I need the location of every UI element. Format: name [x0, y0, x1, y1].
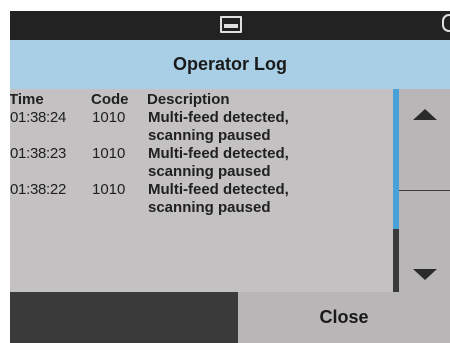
column-header-time: Time: [10, 91, 44, 108]
log-table: Time Code Description 01:38:24 1010 Mult…: [10, 91, 388, 217]
log-time: 01:38:24: [10, 109, 66, 126]
log-code: 1010: [92, 145, 126, 162]
column-header-code: Code: [91, 91, 129, 108]
page-title: Operator Log: [172, 54, 287, 74]
log-row[interactable]: 01:38:23 1010 Multi-feed detected, scann…: [10, 145, 388, 181]
log-description-line: scanning paused: [148, 127, 271, 144]
log-description-line: scanning paused: [148, 199, 271, 216]
title-bar: Operator Log: [10, 40, 450, 89]
log-description-line: Multi-feed detected,: [148, 181, 289, 198]
log-time: 01:38:22: [10, 181, 66, 198]
log-list: Time Code Description 01:38:24 1010 Mult…: [10, 89, 393, 292]
log-code: 1010: [92, 181, 126, 198]
log-code: 1010: [92, 109, 126, 126]
log-description: Multi-feed detected, scanning paused: [148, 181, 388, 217]
log-description: Multi-feed detected, scanning paused: [148, 109, 388, 145]
status-icon: [442, 14, 450, 32]
triangle-down-icon: [413, 269, 437, 280]
log-description-line: Multi-feed detected,: [148, 145, 289, 162]
log-row[interactable]: 01:38:24 1010 Multi-feed detected, scann…: [10, 109, 388, 145]
tray-icon: [220, 16, 242, 33]
triangle-up-icon: [413, 109, 437, 120]
log-description-line: scanning paused: [148, 163, 271, 180]
log-header-row: Time Code Description: [10, 91, 388, 109]
column-header-description: Description: [147, 91, 230, 108]
operator-log-screen: Operator Log Time Code Description 01:38…: [10, 11, 450, 343]
log-row[interactable]: 01:38:22 1010 Multi-feed detected, scann…: [10, 181, 388, 217]
scroll-up-button[interactable]: [399, 89, 450, 190]
log-time: 01:38:23: [10, 145, 66, 162]
close-button[interactable]: Close: [238, 292, 450, 343]
scroll-down-button[interactable]: [399, 191, 450, 292]
status-bar: [10, 11, 450, 40]
log-description: Multi-feed detected, scanning paused: [148, 145, 388, 181]
log-description-line: Multi-feed detected,: [148, 109, 289, 126]
